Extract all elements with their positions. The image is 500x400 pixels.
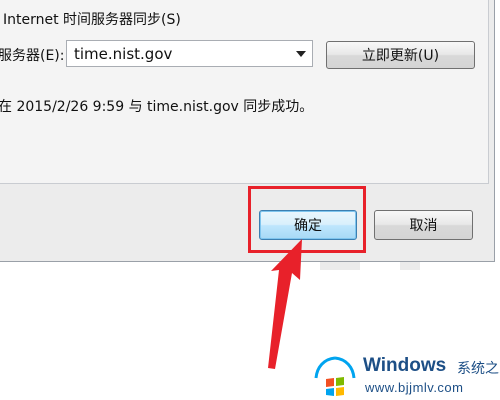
windows-logo-icon [314, 356, 356, 396]
pointer-arrow-icon [268, 239, 302, 369]
watermark: Windows 系统之家 www.bjjmlv.com [313, 350, 500, 400]
watermark-url: www.bjjmlv.com [365, 380, 464, 395]
watermark-title: Windows [363, 355, 447, 376]
watermark-title-cn: 系统之家 [457, 361, 500, 377]
